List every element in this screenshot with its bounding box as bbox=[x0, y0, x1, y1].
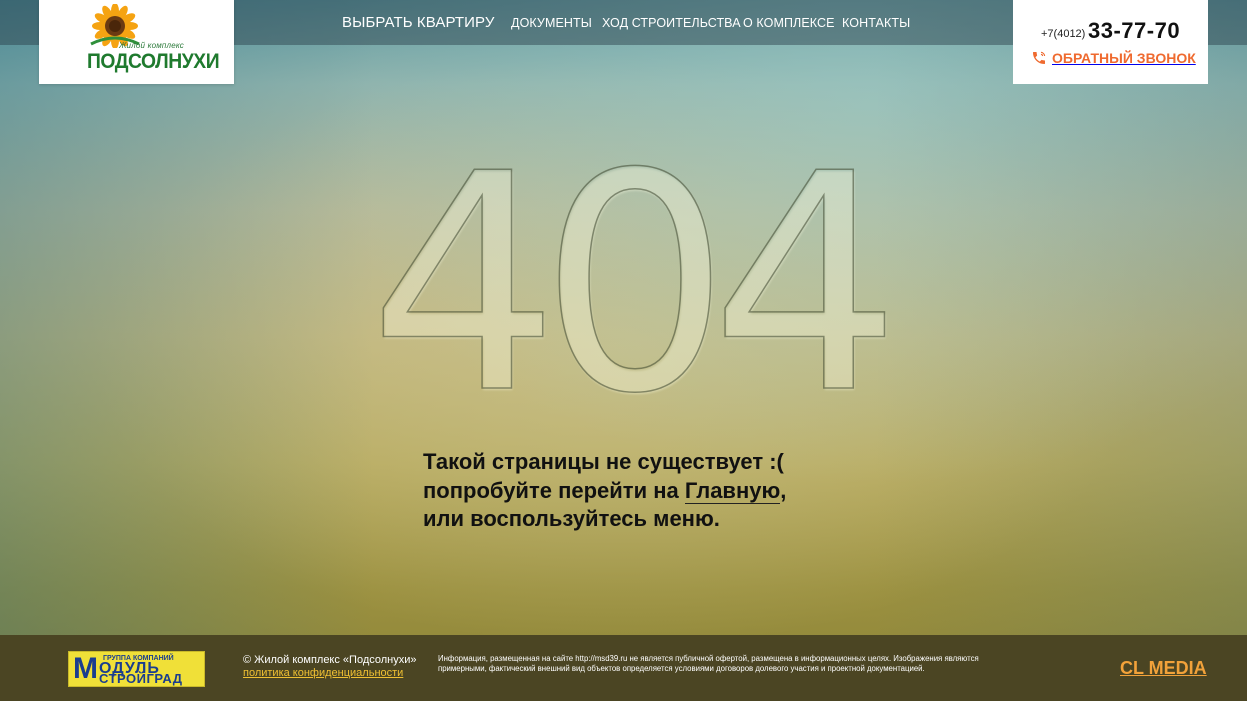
developer-link[interactable]: CL MEDIA bbox=[1120, 658, 1207, 679]
error-message-prefix: попробуйте перейти на bbox=[423, 477, 685, 503]
logo-subtitle: Жилой комплекс bbox=[119, 41, 184, 50]
copyright: © Жилой комплекс «Подсолнухи» bbox=[243, 654, 417, 666]
callback-label: ОБРАТНЫЙ ЗВОНОК bbox=[1052, 50, 1196, 66]
nav-item-contacts[interactable]: КОНТАКТЫ bbox=[842, 16, 910, 30]
phone-number[interactable]: 33-77-70 bbox=[1088, 18, 1180, 44]
partner-name-line-2: СТРОЙГРАД bbox=[99, 671, 183, 686]
site-logo[interactable]: Жилой комплекс ПОДСОЛНУХИ bbox=[39, 0, 234, 84]
nav-item-documents[interactable]: ДОКУМЕНТЫ bbox=[511, 16, 592, 30]
phone-icon bbox=[1033, 51, 1046, 64]
nav-item-choose-apartment[interactable]: ВЫБРАТЬ КВАРТИРУ bbox=[342, 14, 494, 31]
error-message-line-3: или воспользуйтесь меню. bbox=[423, 506, 720, 531]
logo-name: ПОДСОЛНУХИ bbox=[87, 50, 220, 73]
home-link[interactable]: Главную bbox=[684, 477, 781, 504]
error-message-suffix: , bbox=[780, 477, 787, 503]
privacy-policy-link[interactable]: политика конфиденциальности bbox=[243, 667, 403, 679]
error-message-line-1: Такой страницы не существует :( bbox=[423, 449, 784, 474]
disclaimer: Информация, размещенная на сайте http://… bbox=[438, 654, 979, 673]
partner-logo[interactable]: М ГРУППА КОМПАНИЙ ОДУЛЬ СТРОЙГРАД bbox=[68, 651, 205, 687]
partner-logo-letter: М bbox=[73, 652, 98, 685]
nav-item-about[interactable]: О КОМПЛЕКСЕ bbox=[743, 16, 835, 30]
footer: М ГРУППА КОМПАНИЙ ОДУЛЬ СТРОЙГРАД © Жило… bbox=[0, 635, 1247, 701]
error-message: Такой страницы не существует :( попробуй… bbox=[423, 448, 883, 534]
error-message-line-2: попробуйте перейти на Главную, bbox=[423, 477, 883, 506]
callback-button[interactable]: ОБРАТНЫЙ ЗВОНОК bbox=[1031, 50, 1196, 66]
phone-code: +7(4012) bbox=[1041, 28, 1086, 40]
contact-box: +7(4012) 33-77-70 ОБРАТНЫЙ ЗВОНОК bbox=[1013, 0, 1208, 84]
nav-item-construction-progress[interactable]: ХОД СТРОИТЕЛЬСТВА bbox=[602, 16, 741, 30]
error-code: 404 bbox=[368, 110, 902, 459]
